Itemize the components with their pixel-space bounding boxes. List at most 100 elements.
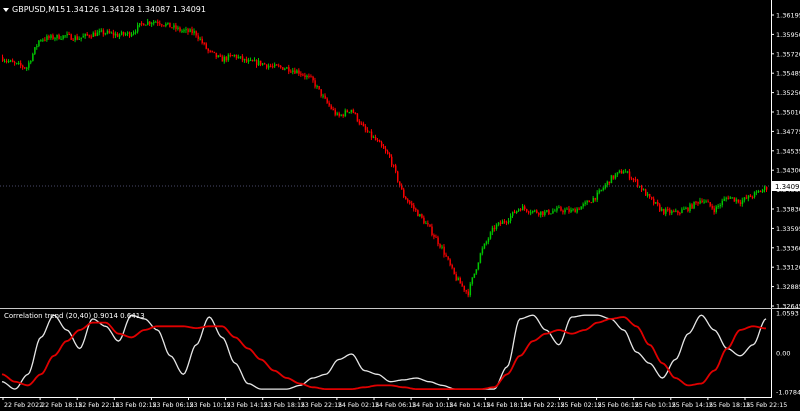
candle-down [203,42,205,44]
candle-up [469,283,472,296]
candle-up [74,36,76,41]
candle-down [445,254,447,257]
candle-up [26,67,28,69]
candle-down [324,95,326,99]
candle-up [199,38,201,40]
candle-up [8,61,10,63]
candle-up [763,186,766,190]
candle-up [133,32,135,35]
candle-up [372,136,375,138]
price-axis-label: 1.34535 [776,147,800,155]
time-axis-label: 24 Feb 10:15 [412,402,453,409]
candle-down [221,56,224,62]
candle-up [616,172,619,175]
candle-up [558,207,560,209]
candle-down [493,227,496,229]
candle-down [272,66,274,68]
candle-up [243,58,246,61]
candle-down [453,267,455,275]
candle-up [10,60,12,62]
candle-up [306,75,308,78]
chart-title: GBPUSD,M15 [12,5,65,14]
candle-down [346,110,349,113]
candle-down [429,224,431,227]
candle-up [731,197,734,199]
candle-down [387,151,389,154]
candle-up [566,208,568,210]
candle-down [578,208,580,210]
candle-down [524,206,526,210]
candle-down [659,204,661,211]
candle-down [536,210,538,213]
candle-down [270,65,272,67]
candle-down [314,80,316,87]
candle-up [689,204,691,212]
candle-up [189,29,191,33]
candle-down [201,38,203,43]
candle-down [663,209,665,214]
candle-up [552,211,554,214]
price-axis-label: 1.35950 [776,31,800,39]
candle-down [393,165,395,167]
candle-up [350,109,353,112]
indicator-axis-label: -1.0784 [776,389,800,397]
candle-down [765,186,768,190]
candle-up [78,38,80,40]
candle-up [120,32,123,35]
candle-down [378,140,381,143]
candle-up [717,205,720,207]
candle-up [441,246,443,248]
candle-up [602,188,605,190]
candle-down [260,60,262,65]
candle-up [614,174,617,179]
candle-down [389,153,391,157]
time-axis-label: 23 Feb 14:15 [227,402,268,409]
candle-down [20,62,22,66]
candle-down [264,63,266,65]
candle-up [715,206,717,213]
candle-down [711,205,713,209]
time-axis-label: 25 Feb 06:15 [598,402,639,409]
candle-down [673,211,675,213]
candle-up [137,25,139,32]
candle-down [225,56,228,61]
candle-down [362,123,365,127]
candle-down [195,31,197,36]
candle-up [62,35,64,39]
candle-up [316,86,318,88]
candle-up [534,210,536,212]
candle-down [300,73,302,75]
candle-up [618,170,621,173]
candle-up [703,201,705,203]
candle-up [34,47,36,54]
candle-up [42,39,44,41]
candle-up [509,215,512,221]
candle-down [235,54,238,59]
candle-up [36,45,38,48]
candle-up [477,262,480,270]
candle-up [92,32,95,37]
candle-down [520,209,522,211]
candle-down [455,274,457,281]
candle-down [667,209,669,211]
candle-up [610,175,613,184]
candle-down [163,25,165,27]
candle-down [280,66,282,68]
candle-up [624,171,627,173]
trading-chart[interactable]: GBPUSD,M15 1.34126 1.34128 1.34087 1.340… [0,0,800,411]
candle-down [302,74,304,76]
candle-up [661,209,663,211]
candle-down [745,197,748,199]
price-axis-label: 1.32885 [776,283,800,291]
candle-up [626,171,629,173]
candle-down [467,291,470,296]
candle-down [320,89,322,96]
time-axis-label: 25 Feb 10:15 [635,402,676,409]
candle-down [403,189,405,197]
candle-up [511,211,514,216]
candle-down [149,21,151,25]
candle-down [588,201,590,203]
candle-up [546,210,548,212]
time-axis-label: 23 Feb 22:15 [301,402,342,409]
candle-up [217,55,220,58]
